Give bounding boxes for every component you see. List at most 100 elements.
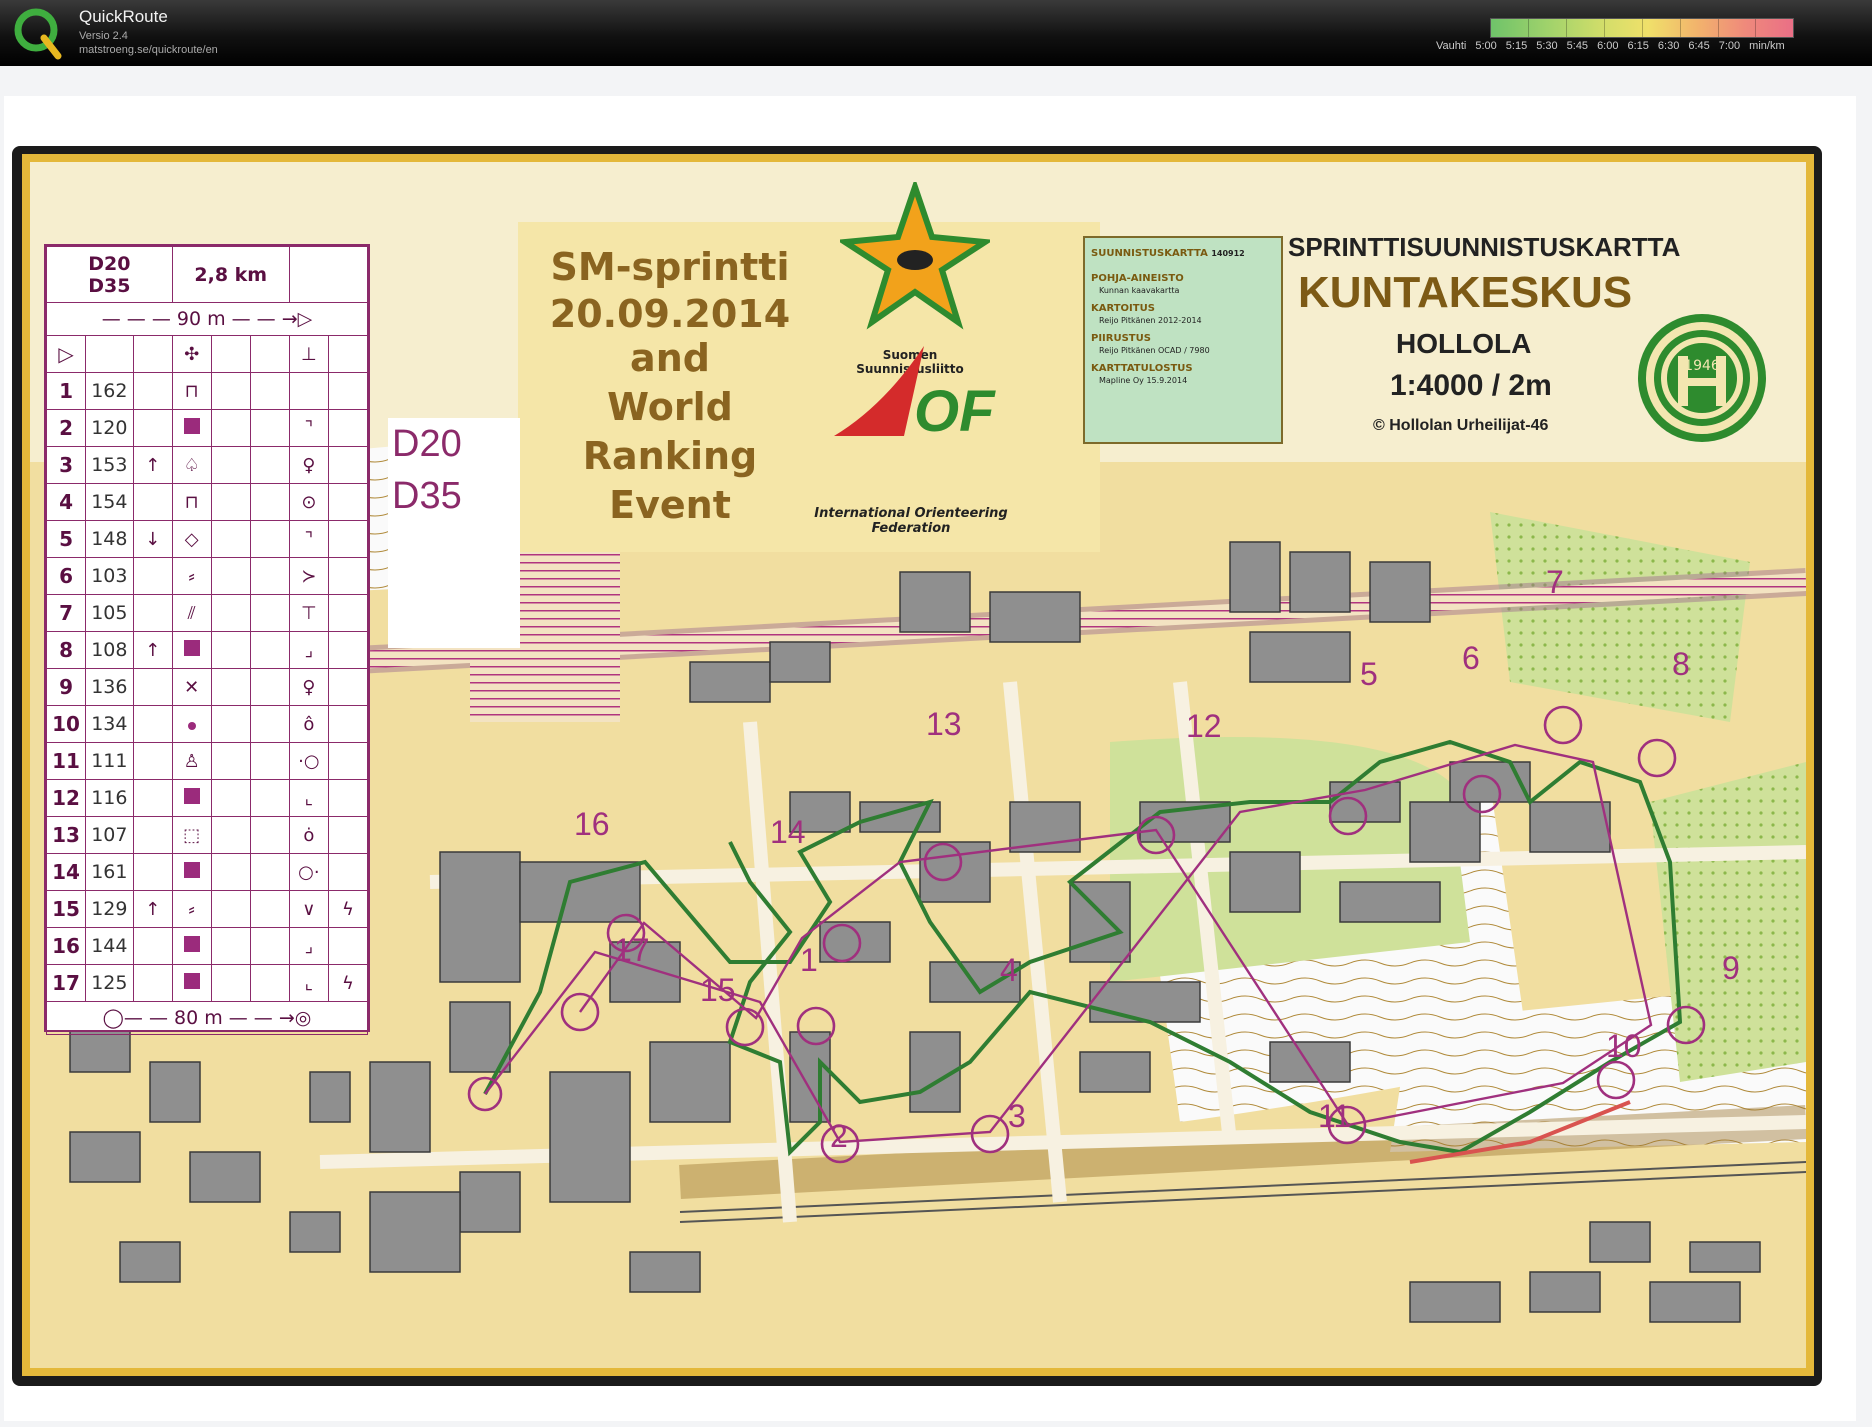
cd-row: 13 107 ⬚ ȯ xyxy=(45,816,369,854)
info-heading: POHJA-AINEISTO xyxy=(1091,273,1184,284)
building-icon xyxy=(183,861,200,878)
building-icon xyxy=(171,927,212,965)
up-arrow-icon: ↑ xyxy=(132,446,173,484)
info-heading: KARTOITUS xyxy=(1091,303,1155,314)
dot-icon xyxy=(171,705,212,743)
cd-row: 14 161 ○· xyxy=(45,853,369,891)
cd-num: 17 xyxy=(45,964,87,1002)
iof-name: International Orienteering Federation xyxy=(814,506,1008,536)
crossing-icon: ✣ xyxy=(171,335,212,373)
building-icon xyxy=(183,787,200,804)
cd-cell xyxy=(249,964,290,1002)
cd-cell xyxy=(210,668,251,706)
cd-code: 111 xyxy=(85,742,134,780)
cd-cell xyxy=(132,779,173,817)
cd-cell xyxy=(249,779,290,817)
dot-icon xyxy=(187,721,196,730)
cd-num: 9 xyxy=(45,668,87,706)
class-label: D20 xyxy=(392,423,462,465)
pace-tick: 5:30 xyxy=(1536,40,1558,52)
cd-num: 4 xyxy=(45,483,87,521)
event-name: and World Ranking Event xyxy=(548,334,792,530)
pace-tick: 5:45 xyxy=(1566,40,1589,52)
cd-code: 161 xyxy=(85,853,134,891)
cd-row: 4 154 ⊓ ⊙ xyxy=(45,483,369,521)
cd-finish-distance-value: 80 m xyxy=(173,1007,223,1029)
pace-tick: 6:30 xyxy=(1657,40,1680,52)
map-viewport[interactable]: SM-sprintti 20.09.2014 and World Ranking… xyxy=(0,66,1872,1427)
cd-code: 154 xyxy=(85,483,134,521)
info-value: Reijo Pitkänen 2012-2014 xyxy=(1099,316,1202,325)
building-icon xyxy=(171,631,212,669)
canopy-icon: ⊓ xyxy=(171,372,212,410)
cd-code: 116 xyxy=(85,779,134,817)
cd-cell xyxy=(249,557,290,595)
cd-num: 12 xyxy=(45,779,87,817)
side-icon: ô xyxy=(288,705,329,743)
event-name-line: and xyxy=(630,336,710,380)
cd-row: 9 136 ✕ ♀ xyxy=(45,668,369,706)
cd-cell xyxy=(210,483,251,521)
cd-cell xyxy=(327,927,369,965)
map-name: KUNTAKESKUS xyxy=(1298,268,1633,317)
cd-cell xyxy=(249,631,290,669)
side-icon: ○· xyxy=(288,853,329,891)
cd-start-distance-value: 90 m xyxy=(176,308,226,330)
ruin-icon: ⬚ xyxy=(171,816,212,854)
cd-cell xyxy=(210,409,251,447)
stairs-icon: ⫽ xyxy=(171,594,212,632)
cd-cell xyxy=(210,446,251,484)
lightning-icon: ϟ xyxy=(327,964,369,1002)
cd-cell xyxy=(327,372,369,410)
cd-code: 129 xyxy=(85,890,134,928)
building-icon xyxy=(183,935,200,952)
building-icon xyxy=(183,972,200,989)
control-label: 16 xyxy=(574,806,610,842)
corner-icon: ⌝ xyxy=(288,520,329,558)
cd-cell xyxy=(249,446,290,484)
pace-tick: 6:00 xyxy=(1597,40,1619,52)
cd-start-distance: — — — 90 m — — →▷ xyxy=(46,302,368,336)
cd-cell xyxy=(210,705,251,743)
cd-cell xyxy=(132,927,173,965)
map-place: HOLLOLA xyxy=(1396,328,1532,359)
cd-cell xyxy=(85,335,134,373)
cd-cell xyxy=(210,742,251,780)
cd-code: 107 xyxy=(85,816,134,854)
cd-empty xyxy=(288,246,369,303)
control-label: 6 xyxy=(1462,640,1480,676)
cd-num: 3 xyxy=(45,446,87,484)
cd-cell xyxy=(327,816,369,854)
perpendicular-icon: ⊥ xyxy=(288,335,329,373)
pace-unit: min/km xyxy=(1749,40,1785,52)
building-icon xyxy=(171,409,212,447)
cd-row: 12 116 ⌞ xyxy=(45,779,369,817)
cd-num: 5 xyxy=(45,520,87,558)
cd-cell xyxy=(249,409,290,447)
cd-row: 8 108 ↑ ⌟ xyxy=(45,631,369,669)
class-label: D35 xyxy=(392,475,462,517)
cd-cell xyxy=(132,705,173,743)
cd-finish-distance: ◯— — 80 m — — →◎ xyxy=(46,1001,368,1035)
app-title: QuickRoute xyxy=(79,7,168,26)
control-label: 2 xyxy=(830,1118,848,1154)
event-date: 20.09.2014 xyxy=(549,292,791,336)
cd-cell xyxy=(327,483,369,521)
cd-cell xyxy=(327,705,369,743)
cd-cell xyxy=(249,853,290,891)
cd-cell xyxy=(132,668,173,706)
control-label: 5 xyxy=(1360,656,1378,692)
cd-cell xyxy=(210,890,251,928)
building-icon xyxy=(171,779,212,817)
control-label: 13 xyxy=(926,706,962,742)
cd-code: 144 xyxy=(85,927,134,965)
map-title: SPRINTTISUUNNISTUSKARTTA xyxy=(1288,232,1681,262)
event-name-line: World xyxy=(607,385,733,429)
cd-cell xyxy=(327,557,369,595)
cd-cell xyxy=(327,668,369,706)
cd-num: 15 xyxy=(45,890,87,928)
quickroute-header: QuickRoute Versio 2.4 matstroeng.se/quic… xyxy=(0,0,1872,66)
control-label: 1 xyxy=(800,942,818,978)
cd-cell xyxy=(132,483,173,521)
cd-cell xyxy=(249,668,290,706)
